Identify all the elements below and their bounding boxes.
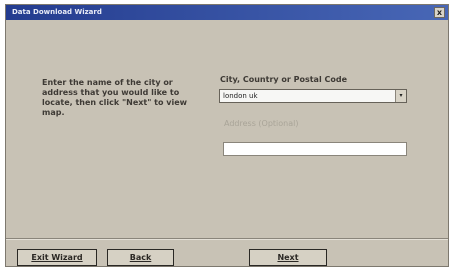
address-label: Address (Optional) — [224, 119, 299, 128]
back-button[interactable]: Back — [107, 249, 174, 266]
close-icon: x — [436, 8, 443, 17]
city-select[interactable]: london uk ▾ — [219, 89, 407, 103]
window-title: Data Download Wizard — [12, 8, 102, 16]
city-label: City, Country or Postal Code — [220, 75, 347, 84]
instructions-text: Enter the name of the city or address th… — [42, 78, 188, 117]
exit-wizard-label: Exit Wizard — [31, 253, 83, 262]
back-label: Back — [129, 253, 152, 262]
dropdown-button[interactable]: ▾ — [395, 90, 406, 102]
exit-wizard-button[interactable]: Exit Wizard — [17, 249, 97, 266]
next-button[interactable]: Next — [249, 249, 327, 266]
title-bar: Data Download Wizard x — [6, 5, 448, 20]
wizard-window: Data Download Wizard x Enter the name of… — [5, 4, 449, 267]
city-value: london uk — [223, 92, 258, 100]
address-input[interactable] — [223, 142, 407, 156]
divider — [6, 238, 448, 240]
close-button[interactable]: x — [434, 7, 445, 18]
chevron-down-icon: ▾ — [399, 92, 403, 99]
next-label: Next — [277, 253, 299, 262]
